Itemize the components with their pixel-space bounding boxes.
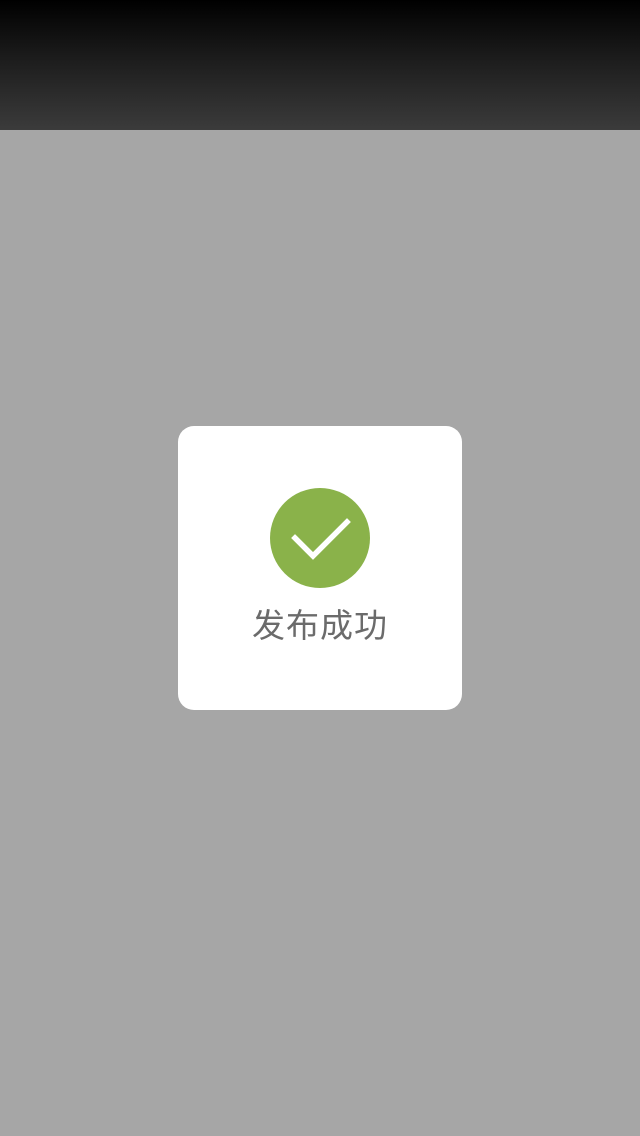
toast-message: 发布成功 [252, 606, 388, 645]
success-toast: 发布成功 [178, 426, 462, 710]
check-circle-icon [270, 488, 370, 588]
top-navigation-bar [0, 0, 640, 130]
